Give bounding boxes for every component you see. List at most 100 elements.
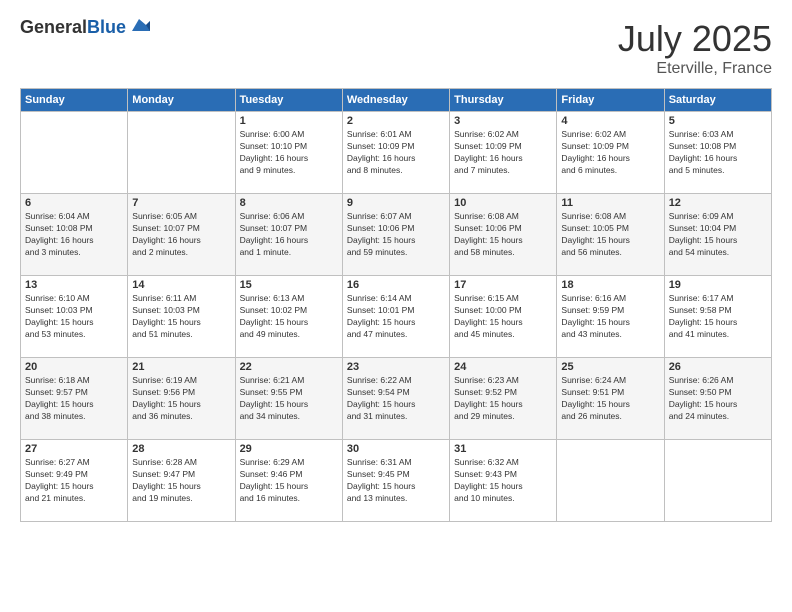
calendar-cell: 21 Sunrise: 6:19 AMSunset: 9:56 PMDayligh… bbox=[128, 358, 235, 440]
day-info: Sunrise: 6:32 AMSunset: 9:43 PMDaylight:… bbox=[454, 457, 552, 505]
day-number: 22 bbox=[240, 361, 338, 373]
day-number: 4 bbox=[561, 115, 659, 127]
calendar-row-3: 13 Sunrise: 6:10 AMSunset: 10:03 PMDaylig… bbox=[21, 276, 772, 358]
day-info: Sunrise: 6:08 AMSunset: 10:06 PMDaylight… bbox=[454, 211, 552, 259]
header-wednesday: Wednesday bbox=[342, 89, 449, 112]
header: GeneralBlue July 2025 Eterville, France bbox=[20, 18, 772, 78]
calendar-cell: 30 Sunrise: 6:31 AMSunset: 9:45 PMDayligh… bbox=[342, 440, 449, 522]
day-number: 10 bbox=[454, 197, 552, 209]
day-number: 20 bbox=[25, 361, 123, 373]
calendar-cell: 14Sunrise: 6:11 AMSunset: 10:03 PMDaylig… bbox=[128, 276, 235, 358]
day-info: Sunrise: 6:09 AMSunset: 10:04 PMDaylight… bbox=[669, 211, 767, 259]
day-info: Sunrise: 6:13 AMSunset: 10:02 PMDaylight… bbox=[240, 293, 338, 341]
calendar-cell: 28 Sunrise: 6:28 AMSunset: 9:47 PMDayligh… bbox=[128, 440, 235, 522]
day-info: Sunrise: 6:02 AMSunset: 10:09 PMDaylight… bbox=[561, 129, 659, 177]
day-number: 1 bbox=[240, 115, 338, 127]
day-number: 3 bbox=[454, 115, 552, 127]
calendar-cell: 7 Sunrise: 6:05 AMSunset: 10:07 PMDayligh… bbox=[128, 194, 235, 276]
day-number: 27 bbox=[25, 443, 123, 455]
day-info: Sunrise: 6:29 AMSunset: 9:46 PMDaylight:… bbox=[240, 457, 338, 505]
calendar-cell: 20 Sunrise: 6:18 AMSunset: 9:57 PMDayligh… bbox=[21, 358, 128, 440]
title-location: Eterville, France bbox=[618, 60, 772, 78]
calendar-cell: 23 Sunrise: 6:22 AMSunset: 9:54 PMDayligh… bbox=[342, 358, 449, 440]
calendar-cell: 17 Sunrise: 6:15 AMSunset: 10:00 PMDaylig… bbox=[450, 276, 557, 358]
calendar-cell: 5Sunrise: 6:03 AMSunset: 10:08 PMDayligh… bbox=[664, 112, 771, 194]
calendar-cell: 10 Sunrise: 6:08 AMSunset: 10:06 PMDaylig… bbox=[450, 194, 557, 276]
day-number: 7 bbox=[132, 197, 230, 209]
day-number: 29 bbox=[240, 443, 338, 455]
calendar-cell bbox=[557, 440, 664, 522]
day-info: Sunrise: 6:23 AMSunset: 9:52 PMDaylight:… bbox=[454, 375, 552, 423]
header-monday: Monday bbox=[128, 89, 235, 112]
calendar-cell: 16 Sunrise: 6:14 AMSunset: 10:01 PMDaylig… bbox=[342, 276, 449, 358]
calendar-cell: 24 Sunrise: 6:23 AMSunset: 9:52 PMDayligh… bbox=[450, 358, 557, 440]
day-info: Sunrise: 6:19 AMSunset: 9:56 PMDaylight:… bbox=[132, 375, 230, 423]
day-info: Sunrise: 6:11 AMSunset: 10:03 PMDaylight… bbox=[132, 293, 230, 341]
calendar-cell: 26Sunrise: 6:26 AMSunset: 9:50 PMDayligh… bbox=[664, 358, 771, 440]
header-saturday: Saturday bbox=[664, 89, 771, 112]
calendar-cell: 9Sunrise: 6:07 AMSunset: 10:06 PMDayligh… bbox=[342, 194, 449, 276]
logo-blue-text: Blue bbox=[87, 17, 126, 37]
calendar-cell: 13 Sunrise: 6:10 AMSunset: 10:03 PMDaylig… bbox=[21, 276, 128, 358]
day-number: 15 bbox=[240, 279, 338, 291]
day-number: 31 bbox=[454, 443, 552, 455]
calendar-cell: 31 Sunrise: 6:32 AMSunset: 9:43 PMDayligh… bbox=[450, 440, 557, 522]
day-number: 2 bbox=[347, 115, 445, 127]
page: GeneralBlue July 2025 Eterville, France … bbox=[0, 0, 792, 612]
header-sunday: Sunday bbox=[21, 89, 128, 112]
calendar-cell bbox=[128, 112, 235, 194]
logo-icon bbox=[128, 17, 150, 35]
day-info: Sunrise: 6:28 AMSunset: 9:47 PMDaylight:… bbox=[132, 457, 230, 505]
calendar-cell bbox=[21, 112, 128, 194]
day-info: Sunrise: 6:15 AMSunset: 10:00 PMDaylight… bbox=[454, 293, 552, 341]
day-number: 17 bbox=[454, 279, 552, 291]
calendar-cell: 4 Sunrise: 6:02 AMSunset: 10:09 PMDayligh… bbox=[557, 112, 664, 194]
calendar-row-4: 20 Sunrise: 6:18 AMSunset: 9:57 PMDayligh… bbox=[21, 358, 772, 440]
day-info: Sunrise: 6:18 AMSunset: 9:57 PMDaylight:… bbox=[25, 375, 123, 423]
day-info: Sunrise: 6:05 AMSunset: 10:07 PMDaylight… bbox=[132, 211, 230, 259]
day-info: Sunrise: 6:31 AMSunset: 9:45 PMDaylight:… bbox=[347, 457, 445, 505]
header-friday: Friday bbox=[557, 89, 664, 112]
calendar-cell: 6Sunrise: 6:04 AMSunset: 10:08 PMDayligh… bbox=[21, 194, 128, 276]
calendar-cell: 15 Sunrise: 6:13 AMSunset: 10:02 PMDaylig… bbox=[235, 276, 342, 358]
day-number: 19 bbox=[669, 279, 767, 291]
day-info: Sunrise: 6:10 AMSunset: 10:03 PMDaylight… bbox=[25, 293, 123, 341]
day-number: 11 bbox=[561, 197, 659, 209]
day-number: 21 bbox=[132, 361, 230, 373]
day-number: 16 bbox=[347, 279, 445, 291]
calendar-row-1: 1Sunrise: 6:00 AMSunset: 10:10 PMDayligh… bbox=[21, 112, 772, 194]
day-info: Sunrise: 6:06 AMSunset: 10:07 PMDaylight… bbox=[240, 211, 338, 259]
day-number: 24 bbox=[454, 361, 552, 373]
calendar-cell: 12 Sunrise: 6:09 AMSunset: 10:04 PMDaylig… bbox=[664, 194, 771, 276]
calendar-cell bbox=[664, 440, 771, 522]
day-number: 5 bbox=[669, 115, 767, 127]
day-number: 25 bbox=[561, 361, 659, 373]
title-month: July 2025 bbox=[618, 18, 772, 60]
day-number: 12 bbox=[669, 197, 767, 209]
calendar-cell: 11 Sunrise: 6:08 AMSunset: 10:05 PMDaylig… bbox=[557, 194, 664, 276]
logo: GeneralBlue bbox=[20, 18, 150, 38]
calendar-cell: 2 Sunrise: 6:01 AMSunset: 10:09 PMDayligh… bbox=[342, 112, 449, 194]
calendar-cell: 27Sunrise: 6:27 AMSunset: 9:49 PMDayligh… bbox=[21, 440, 128, 522]
day-number: 30 bbox=[347, 443, 445, 455]
calendar-cell: 25Sunrise: 6:24 AMSunset: 9:51 PMDayligh… bbox=[557, 358, 664, 440]
day-number: 26 bbox=[669, 361, 767, 373]
calendar-cell: 8 Sunrise: 6:06 AMSunset: 10:07 PMDayligh… bbox=[235, 194, 342, 276]
day-number: 18 bbox=[561, 279, 659, 291]
day-number: 8 bbox=[240, 197, 338, 209]
day-info: Sunrise: 6:14 AMSunset: 10:01 PMDaylight… bbox=[347, 293, 445, 341]
calendar-cell: 3 Sunrise: 6:02 AMSunset: 10:09 PMDayligh… bbox=[450, 112, 557, 194]
day-number: 13 bbox=[25, 279, 123, 291]
calendar-cell: 19Sunrise: 6:17 AMSunset: 9:58 PMDayligh… bbox=[664, 276, 771, 358]
header-tuesday: Tuesday bbox=[235, 89, 342, 112]
day-info: Sunrise: 6:02 AMSunset: 10:09 PMDaylight… bbox=[454, 129, 552, 177]
day-info: Sunrise: 6:07 AMSunset: 10:06 PMDaylight… bbox=[347, 211, 445, 259]
day-number: 28 bbox=[132, 443, 230, 455]
calendar-row-5: 27Sunrise: 6:27 AMSunset: 9:49 PMDayligh… bbox=[21, 440, 772, 522]
day-info: Sunrise: 6:01 AMSunset: 10:09 PMDaylight… bbox=[347, 129, 445, 177]
day-info: Sunrise: 6:08 AMSunset: 10:05 PMDaylight… bbox=[561, 211, 659, 259]
day-info: Sunrise: 6:22 AMSunset: 9:54 PMDaylight:… bbox=[347, 375, 445, 423]
day-number: 23 bbox=[347, 361, 445, 373]
title-block: July 2025 Eterville, France bbox=[618, 18, 772, 78]
header-thursday: Thursday bbox=[450, 89, 557, 112]
